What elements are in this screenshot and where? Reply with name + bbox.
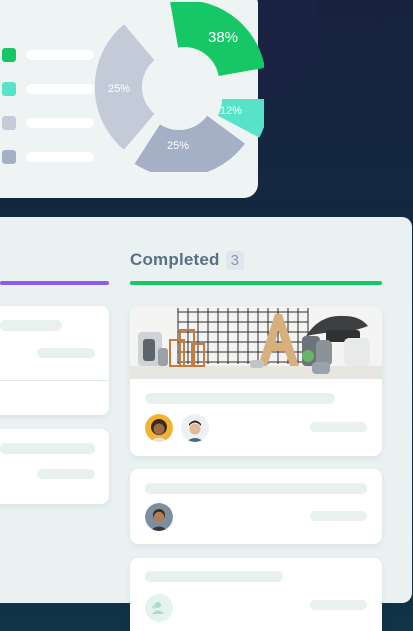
- assignee-avatar[interactable]: [145, 503, 173, 531]
- column-title: Completed: [130, 250, 220, 269]
- card-cover-image: [130, 306, 382, 379]
- legend-item: [2, 48, 94, 62]
- add-member-button[interactable]: [145, 594, 173, 622]
- text-placeholder: [0, 443, 95, 454]
- task-card[interactable]: [130, 469, 382, 544]
- text-placeholder: [145, 483, 367, 494]
- column-count-badge: 3: [225, 250, 244, 270]
- legend-item: [2, 150, 94, 164]
- text-placeholder: [37, 348, 95, 358]
- chart-label: 12%: [220, 105, 242, 117]
- assignee-avatar[interactable]: [181, 414, 209, 442]
- assignee-avatar[interactable]: [145, 414, 173, 442]
- column-accent-completed: [130, 281, 382, 285]
- legend-swatch: [2, 82, 16, 96]
- task-card[interactable]: [0, 306, 109, 415]
- donut-chart: 38% 12% 25% 25%: [94, 2, 264, 172]
- chart-card: 38% 12% 25% 25%: [0, 0, 264, 198]
- chart-label: 38%: [208, 29, 238, 46]
- task-card[interactable]: [130, 558, 382, 631]
- legend-item: [2, 82, 94, 96]
- text-placeholder: [310, 511, 367, 521]
- column-accent-in-progress: [0, 281, 109, 285]
- legend-label-placeholder: [26, 50, 94, 60]
- column-header-completed[interactable]: Completed 3: [130, 250, 244, 270]
- legend-item: [2, 116, 94, 130]
- task-card[interactable]: [0, 429, 109, 504]
- chart-label: 25%: [167, 140, 189, 152]
- text-placeholder: [310, 422, 367, 432]
- text-placeholder: [145, 393, 335, 404]
- legend-label-placeholder: [26, 84, 94, 94]
- legend-label-placeholder: [26, 152, 94, 162]
- legend-swatch: [2, 116, 16, 130]
- text-placeholder: [37, 469, 95, 479]
- add-user-icon: [152, 602, 164, 614]
- card-divider: [0, 380, 109, 381]
- task-card[interactable]: [130, 306, 382, 456]
- text-placeholder: [0, 320, 62, 331]
- chart-label: 25%: [108, 83, 130, 95]
- text-placeholder: [310, 600, 367, 610]
- legend-swatch: [2, 48, 16, 62]
- chart-slice-25-bottom: [134, 115, 245, 172]
- legend-label-placeholder: [26, 118, 94, 128]
- text-placeholder: [145, 571, 283, 582]
- legend-swatch: [2, 150, 16, 164]
